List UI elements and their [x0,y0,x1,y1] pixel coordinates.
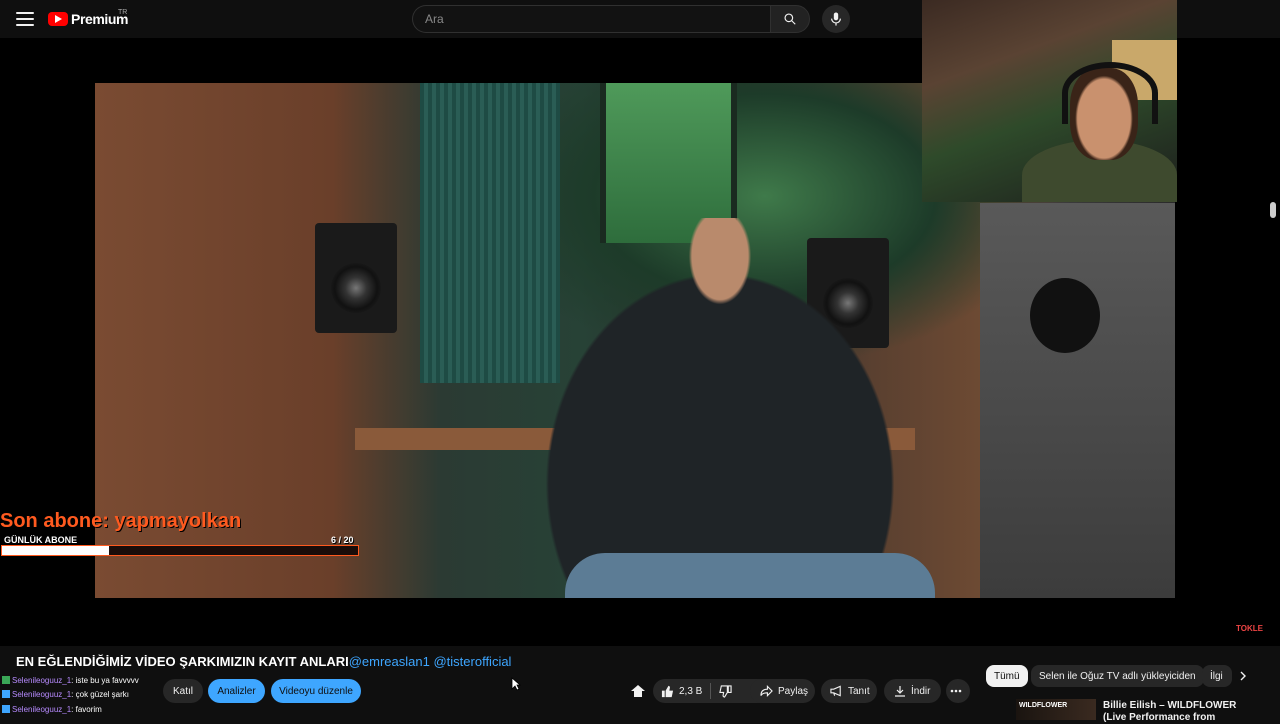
analytics-button[interactable]: Analizler [208,679,265,703]
menu-icon[interactable] [14,9,36,29]
download-icon [895,686,905,697]
badge-icon [2,690,10,698]
recommendation-chips: Tümü Selen ile Oğuz TV adlı yükleyiciden… [986,665,1280,689]
chat-username: Selenileoguuz_1 [12,690,72,699]
chat-message: Selenileoguuz_1: favorim [2,705,102,714]
thumbs-up-icon [661,685,674,697]
title-tag-link[interactable]: @tisterofficial [433,654,511,669]
goal-progress-bar [1,545,359,556]
search-icon [784,13,796,25]
country-code: TR [118,9,128,16]
video-title: EN EĞLENDİĞİMİZ VİDEO ŞARKIMIZIN KAYIT A… [16,654,511,669]
scene-wall [980,203,1175,598]
goal-count: 6 / 20 [331,535,354,545]
mouse-cursor-icon [511,677,522,696]
join-button[interactable]: Katıl [163,679,203,703]
download-label: İndir [911,685,931,697]
chip-all[interactable]: Tümü [986,665,1028,687]
chat-text: : iste bu ya favvvvv [71,676,139,685]
promote-button[interactable]: Tanıt [821,679,877,703]
recommendation-thumbnail[interactable]: WILDFLOWER [1016,699,1096,720]
thumbnail-text: WILDFLOWER [1019,702,1068,709]
stream-watermark: TOKLE [1236,624,1263,633]
share-label: Paylaş [778,685,809,697]
scene-speaker-left [315,223,397,333]
chip-uploader[interactable]: Selen ile Oğuz TV adlı yükleyiciden [1031,665,1204,687]
scrollbar-thumb[interactable] [1270,202,1276,218]
chat-message: Selenileoguuz_1: çok güzel şarkı [2,690,129,699]
more-icon [950,689,961,693]
share-icon [760,685,773,697]
headset-icon [1062,62,1158,124]
search-input[interactable] [412,5,770,33]
youtube-premium-logo[interactable]: Premium [48,8,129,30]
chat-text: : çok güzel şarkı [71,690,129,699]
goal-progress-fill [2,546,109,555]
promote-label: Tanıt [848,685,870,697]
chat-username: Selenileoguuz_1 [12,705,72,714]
streamer-webcam [922,0,1177,202]
search-box [412,5,810,33]
microphone-icon [831,12,841,26]
scene-person [500,218,940,598]
scene-jeans [565,553,935,598]
chat-message: Selenileoguuz_1: iste bu ya favvvvv [2,676,139,685]
thumbs-down-icon [719,684,732,698]
chat-username: Selenileoguuz_1 [12,676,72,685]
like-button[interactable]: 2,3 B [653,679,710,703]
search-button[interactable] [770,5,810,33]
voice-search-button[interactable] [822,5,850,33]
daily-subscriber-label: GÜNLÜK ABONE [4,535,78,545]
video-title-text: EN EĞLENDİĞİMİZ VİDEO ŞARKIMIZIN KAYIT A… [16,654,349,669]
chat-text: : favorim [71,705,102,714]
megaphone-icon [830,685,841,697]
last-subscriber-text: Son abone: yapmayolkan [0,510,242,532]
badge-icon [2,676,10,684]
download-button[interactable]: İndir [884,679,941,703]
edit-video-button[interactable]: Videoyu düzenle [271,679,361,703]
title-tag-link[interactable]: @emreaslan1 [349,654,430,669]
more-actions-button[interactable] [946,679,970,703]
thanks-icon[interactable] [630,684,646,703]
like-count: 2,3 B [679,685,703,697]
badge-icon [2,705,10,713]
masthead: Premium TR [0,0,920,38]
youtube-play-icon [48,12,68,26]
scene-microphone [1030,278,1100,353]
recommendation-title[interactable]: Billie Eilish – WILDFLOWER (Live Perform… [1103,700,1253,724]
chevron-right-icon[interactable] [1232,665,1254,687]
subscriber-goal-overlay: Son abone: yapmayolkan GÜNLÜK ABONE 6 / … [0,510,362,562]
live-chat-overlay: Selenileoguuz_1: iste bu ya favvvvv Sele… [0,676,180,720]
share-button[interactable]: Paylaş [750,679,815,703]
dislike-button[interactable] [711,679,740,703]
chip-related[interactable]: İlgi [1202,665,1232,687]
